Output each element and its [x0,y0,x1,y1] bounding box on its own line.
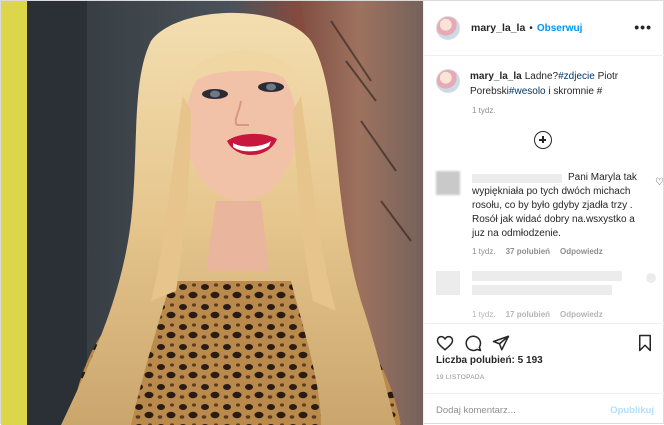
post-date[interactable]: 19 LISTOPADA [436,374,485,381]
caption-time[interactable]: 1 tydz. [472,106,496,115]
instagram-post: mary_la_la • Obserwuj ••• mary_la_la Ladn… [0,0,664,425]
post-header: mary_la_la • Obserwuj ••• [424,1,664,56]
more-icon[interactable]: ••• [634,20,652,34]
comment2-heart-blurred[interactable] [646,273,656,283]
comment-text: Pani Maryla tak wypiękniała po tych dwóc… [472,172,637,239]
post-photo[interactable] [1,1,423,425]
caption-text-end: i skromnie # [545,86,603,97]
comment-likes[interactable]: 37 polubień [506,247,550,256]
comment-avatar-blurred[interactable] [436,171,460,195]
comment2-meta: 1 tydz. 17 polubień Odpowiedz [472,310,603,319]
share-icon[interactable] [492,334,510,352]
follow-button[interactable]: Obserwuj [537,23,583,34]
publish-button[interactable]: Opublikuj [610,405,654,416]
comment-like-heart-icon[interactable]: ♡ [655,177,664,188]
hashtag-zdjecie[interactable]: #zdjecie [558,71,595,82]
likes-count[interactable]: Liczba polubień: 5 193 [436,355,543,366]
caption-text-start: Ladne? [524,71,559,82]
caption-username[interactable]: mary_la_la [470,71,522,82]
comment2-line-blurred [472,285,612,295]
add-comment-bar: Dodaj komentarz... Opublikuj [424,393,664,425]
load-more-comments-icon[interactable] [534,131,552,149]
comment-time[interactable]: 1 tydz. [472,247,496,256]
comment2-reply-button[interactable]: Odpowiedz [560,310,603,319]
header-username[interactable]: mary_la_la [471,22,525,34]
hashtag-wesolo[interactable]: #wesolo [509,86,546,97]
comment-meta: 1 tydz. 37 polubień Odpowiedz [472,247,603,256]
comment2-line-blurred [472,271,622,281]
comment-icon[interactable] [464,334,482,352]
like-heart-icon[interactable] [436,334,454,352]
separator-dot: • [529,22,533,34]
comment2-likes[interactable]: 17 polubień [506,310,550,319]
comment2-time[interactable]: 1 tydz. [472,310,496,319]
post-caption: mary_la_la Ladne?#zdjecie Piotr Porebski#… [436,69,656,99]
comment2-avatar-blurred[interactable] [436,271,460,295]
avatar[interactable] [436,16,460,40]
save-bookmark-icon[interactable] [636,334,654,352]
caption-avatar[interactable] [436,69,460,93]
photo-illustration [1,1,423,425]
comment-input[interactable]: Dodaj komentarz... [436,405,516,416]
caption-text: mary_la_la Ladne?#zdjecie Piotr Porebski#… [470,69,650,99]
post-side-panel: mary_la_la • Obserwuj ••• mary_la_la Ladn… [423,1,664,425]
comment-reply-button[interactable]: Odpowiedz [560,247,603,256]
